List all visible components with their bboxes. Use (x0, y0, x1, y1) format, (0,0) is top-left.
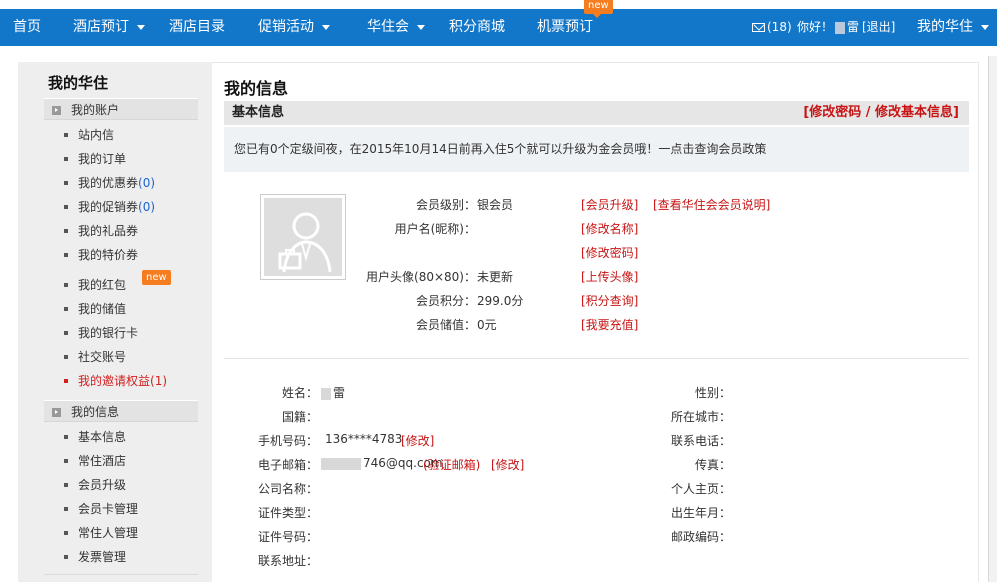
edit-email-link[interactable]: [修改] (491, 456, 524, 473)
user-greeting: 你好！雷 (797, 20, 860, 34)
page-title: 我的信息 (224, 79, 289, 98)
mail-icon (752, 23, 765, 32)
balance-value: 0元 (477, 318, 497, 332)
member-explanation-link[interactable]: [查看华住会会员说明] (653, 196, 770, 213)
nav-my-huazhu[interactable]: 我的华住 (917, 9, 989, 46)
section-header: 基本信息 [修改密码 / 修改基本信息] (224, 101, 969, 125)
phone-label: 联系电话： (670, 434, 731, 448)
nationality-label: 国籍： (281, 410, 318, 424)
nav-hotel-booking[interactable]: 酒店预订 (73, 9, 145, 46)
divider (44, 574, 198, 575)
sidebar-item-frequent-hotels[interactable]: 常住酒店 (64, 451, 126, 471)
sidebar-group-info[interactable]: 我的信息 (44, 400, 198, 422)
chevron-down-icon (322, 24, 330, 30)
gender-label: 性别： (694, 386, 731, 400)
edit-mobile-link[interactable]: [修改] (401, 432, 434, 449)
avatar (260, 194, 346, 280)
birth-label: 出生年月： (670, 506, 731, 520)
chevron-down-icon (981, 24, 989, 30)
points-value: 299.0分 (477, 294, 524, 308)
sidebar-item-special-coupons[interactable]: 我的特价券 (64, 245, 138, 265)
sidebar-item-promo-coupons[interactable]: 我的促销券(0) (64, 197, 155, 217)
sidebar-group-account[interactable]: 我的账户 (44, 98, 198, 120)
divider (224, 358, 969, 359)
sidebar-item-messages[interactable]: 站内信 (64, 125, 114, 145)
nav-home[interactable]: 首页 (13, 9, 41, 46)
sidebar-item-bank-cards[interactable]: 我的银行卡 (64, 323, 138, 343)
sidebar: 我的华住 我的账户 站内信 我的订单 我的优惠券(0) 我的促销券(0) 我的礼… (18, 62, 212, 582)
sidebar-item-gift-coupons[interactable]: 我的礼品券 (64, 221, 138, 241)
default-avatar-icon (278, 212, 332, 273)
rename-link[interactable]: [修改名称] (581, 220, 638, 237)
name-value: 雷 (319, 384, 345, 401)
new-badge: new (142, 270, 171, 285)
address-label: 联系地址： (257, 554, 318, 568)
recharge-link[interactable]: [我要充值] (581, 316, 638, 333)
sidebar-item-social-accounts[interactable]: 社交账号 (64, 347, 126, 367)
member-upgrade-link[interactable]: [会员升级] (581, 196, 638, 213)
top-navigation-bar: new 首页 酒店预订 酒店目录 促销活动 华住会 积分商城 机票预订 (18)… (0, 0, 997, 46)
section-label: 基本信息 (232, 105, 285, 120)
nav-points-mall[interactable]: 积分商城 (449, 9, 505, 46)
mobile-label: 手机号码： (257, 434, 318, 448)
expand-arrow-icon (52, 408, 61, 417)
nav-flight-booking[interactable]: 机票预订 (537, 9, 593, 46)
edit-password-info-link[interactable]: [修改密码 / 修改基本信息] (803, 101, 959, 125)
fax-label: 传真： (694, 458, 731, 472)
sidebar-item-red-packets[interactable]: 我的红包 (64, 275, 126, 295)
sidebar-item-member-upgrade[interactable]: 会员升级 (64, 475, 126, 495)
upgrade-notice: 您已有0个定级间夜，在2015年10月14日前再入住5个就可以升级为金会员哦！一… (224, 127, 969, 172)
chevron-down-icon (137, 24, 145, 30)
sidebar-item-stored-value[interactable]: 我的储值 (64, 299, 126, 319)
sidebar-title: 我的华住 (48, 74, 109, 92)
nav-promotions[interactable]: 促销活动 (258, 9, 330, 46)
name-label: 姓名： (281, 386, 318, 400)
chevron-down-icon (417, 24, 425, 30)
redacted-name (835, 21, 846, 34)
main-content: 我的信息 基本信息 [修改密码 / 修改基本信息] 您已有0个定级间夜，在201… (212, 62, 979, 582)
balance-label: 会员储值： (415, 318, 476, 332)
username-label: 用户名(昵称)： (394, 222, 476, 236)
sidebar-item-invite-benefits[interactable]: 我的邀请权益(1) (64, 371, 167, 391)
expand-arrow-icon (52, 106, 61, 115)
zip-label: 邮政编码： (670, 530, 731, 544)
member-level-value: 银会员 (477, 198, 514, 212)
email-label: 电子邮箱： (257, 458, 318, 472)
verify-email-link[interactable]: (验证邮箱) (423, 456, 480, 473)
id-type-label: 证件类型： (257, 506, 318, 520)
scrollbar[interactable] (988, 56, 997, 582)
points-query-link[interactable]: [积分查询] (581, 292, 638, 309)
points-label: 会员积分： (415, 294, 476, 308)
logout-link[interactable]: [退出] (862, 9, 895, 46)
mobile-value: 136****4783 (325, 432, 403, 446)
id-number-label: 证件号码： (257, 530, 318, 544)
nav-hotel-directory[interactable]: 酒店目录 (169, 9, 225, 46)
member-level-label: 会员级别： (415, 198, 476, 212)
upload-avatar-link[interactable]: [上传头像] (581, 268, 638, 285)
sidebar-item-basic-info[interactable]: 基本信息 (64, 427, 126, 447)
sidebar-item-card-management[interactable]: 会员卡管理 (64, 499, 138, 519)
avatar-status: 未更新 (477, 270, 514, 284)
homepage-label: 个人主页： (670, 482, 731, 496)
avatar-label: 用户头像(80×80)： (366, 270, 476, 284)
sidebar-item-invoice-management[interactable]: 发票管理 (64, 547, 126, 567)
sidebar-item-guest-management[interactable]: 常住人管理 (64, 523, 138, 543)
city-label: 所在城市： (670, 410, 731, 424)
mail-link[interactable]: (18) (752, 9, 792, 46)
sidebar-item-orders[interactable]: 我的订单 (64, 149, 126, 169)
nav-huazhu-club[interactable]: 华住会 (367, 9, 425, 46)
company-label: 公司名称： (257, 482, 318, 496)
sidebar-item-coupons[interactable]: 我的优惠券(0) (64, 173, 155, 193)
change-password-link[interactable]: [修改密码] (581, 244, 638, 261)
